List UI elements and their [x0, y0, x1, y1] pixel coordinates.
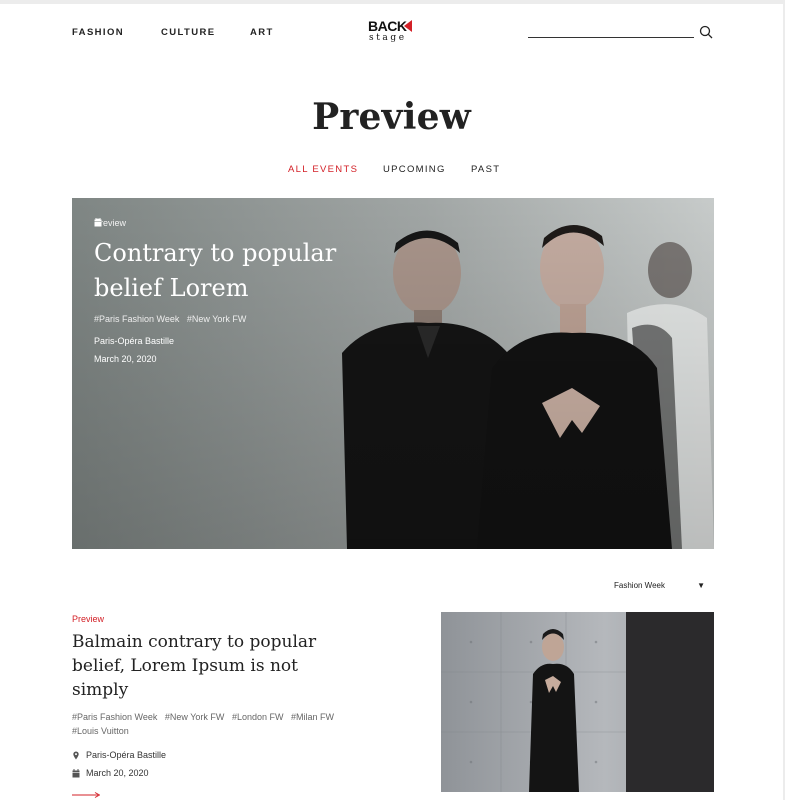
backstage-logo[interactable]: BACK stage	[368, 16, 418, 48]
nav-link-art[interactable]: ART	[250, 27, 274, 38]
calendar-icon	[94, 218, 102, 227]
featured-event-details: Preview Contrary to popular belief Lorem…	[94, 218, 354, 364]
event-tags: #Paris Fashion Week #New York FW #London…	[72, 710, 342, 738]
tag-link[interactable]: #New York FW	[165, 712, 225, 722]
date-text: March 20, 2020	[86, 768, 149, 778]
top-nav: FASHION CULTURE ART BACK stage	[0, 4, 783, 60]
tag-link[interactable]: #New York FW	[187, 314, 247, 324]
logo-mark-icon	[404, 20, 412, 32]
location-text: Paris-Opéra Bastille	[94, 336, 175, 346]
featured-event-date: March 20, 2020	[94, 218, 354, 364]
featured-event-location: Paris-Opéra Bastille	[94, 218, 354, 346]
tag-link[interactable]: #London FW	[232, 712, 284, 722]
date-text: March 20, 2020	[94, 354, 157, 364]
location-text: Paris-Opéra Bastille	[86, 750, 167, 760]
chevron-down-icon: ▼	[697, 581, 705, 590]
tag-link[interactable]: #Paris Fashion Week	[94, 314, 179, 324]
event-list-item: Preview Balmain contrary to popular beli…	[72, 614, 352, 800]
location-pin-icon	[73, 750, 79, 760]
event-title[interactable]: Balmain contrary to popular belief, Lore…	[72, 630, 352, 702]
event-kicker: Preview	[72, 614, 105, 624]
featured-event-card[interactable]: Preview Contrary to popular belief Lorem…	[72, 198, 714, 549]
tag-link[interactable]: #Louis Vuitton	[72, 726, 129, 736]
featured-event-title[interactable]: Contrary to popular belief Lorem	[94, 236, 354, 306]
tab-upcoming[interactable]: UPCOMING	[383, 164, 446, 175]
nav-link-culture[interactable]: CULTURE	[161, 27, 215, 38]
tag-link[interactable]: #Paris Fashion Week	[72, 712, 157, 722]
page-title: Preview	[312, 96, 471, 138]
event-thumbnail[interactable]	[441, 612, 714, 792]
event-date: March 20, 2020	[72, 768, 352, 778]
featured-event-kicker: Preview	[94, 218, 127, 228]
tab-all-events[interactable]: ALL EVENTS	[288, 164, 358, 175]
search-input[interactable]	[528, 37, 694, 38]
featured-event-tags: #Paris Fashion Week #New York FW	[94, 314, 354, 324]
search-icon[interactable]	[699, 25, 713, 39]
tab-past[interactable]: PAST	[471, 164, 500, 175]
read-more-arrow-icon[interactable]	[72, 792, 101, 798]
event-photo	[441, 612, 714, 792]
logo-wordmark-bottom: stage	[369, 33, 407, 43]
category-select-value: Fashion Week	[614, 581, 665, 590]
category-select[interactable]: Fashion Week ▼	[614, 581, 709, 595]
page: FASHION CULTURE ART BACK stage Preview A…	[0, 4, 783, 800]
logo-wordmark-top: BACK	[368, 18, 407, 34]
event-location: Paris-Opéra Bastille	[72, 750, 352, 760]
tag-link[interactable]: #Milan FW	[291, 712, 334, 722]
calendar-icon	[72, 768, 80, 777]
nav-link-fashion[interactable]: FASHION	[72, 27, 124, 38]
